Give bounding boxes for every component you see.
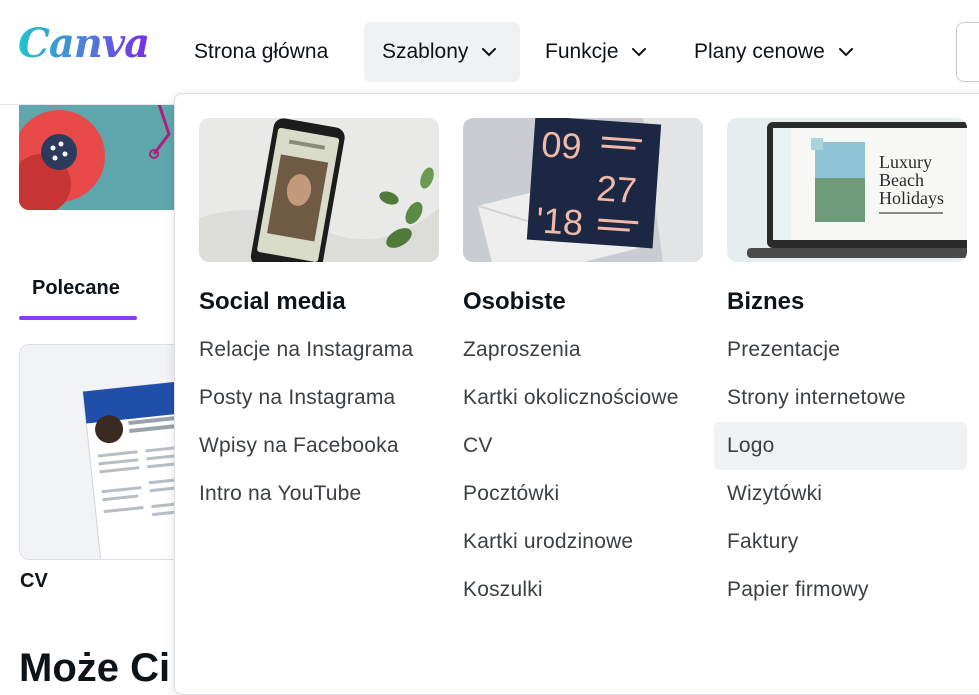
nav-features-label: Funkcje bbox=[545, 40, 619, 63]
personal-thumbnail[interactable]: 09 27 '18 bbox=[463, 118, 703, 262]
phone-mockup-image bbox=[199, 118, 439, 262]
menu-link-invoices[interactable]: Faktury bbox=[727, 518, 949, 566]
menu-link-logo[interactable]: Logo bbox=[714, 422, 967, 470]
nav-templates[interactable]: Szablony bbox=[364, 22, 520, 82]
column-title: Osobiste bbox=[463, 288, 566, 315]
presentation-line-3: Holidays bbox=[879, 188, 944, 208]
menu-link-greeting-cards[interactable]: Kartki okolicznościowe bbox=[463, 374, 685, 422]
nav-features[interactable]: Funkcje bbox=[533, 22, 658, 82]
menu-link-t-shirts[interactable]: Koszulki bbox=[463, 566, 685, 614]
nav-home-label: Strona główna bbox=[194, 40, 329, 63]
menu-link-youtube-intro[interactable]: Intro na YouTube bbox=[199, 470, 421, 518]
menu-link-birthday-cards[interactable]: Kartki urodzinowe bbox=[463, 518, 685, 566]
column-title: Social media bbox=[199, 288, 346, 315]
chevron-down-icon bbox=[838, 48, 853, 57]
chevron-down-icon bbox=[632, 48, 647, 57]
dropdown-column-social-media: Social media Relacje na Instagrama Posty… bbox=[199, 118, 439, 518]
menu-link-presentations[interactable]: Prezentacje bbox=[727, 326, 949, 374]
canva-logo[interactable]: Canva bbox=[18, 20, 150, 67]
column-title: Biznes bbox=[727, 288, 805, 315]
menu-link-facebook-posts[interactable]: Wpisy na Facebooka bbox=[199, 422, 421, 470]
nav-pricing-label: Plany cenowe bbox=[694, 40, 825, 63]
presentation-line-1: Luxury bbox=[879, 152, 932, 172]
chevron-down-icon bbox=[482, 48, 497, 57]
menu-link-cv[interactable]: CV bbox=[463, 422, 685, 470]
presentation-line-2: Beach bbox=[879, 170, 924, 190]
search-input[interactable] bbox=[956, 22, 979, 82]
nav-templates-label: Szablony bbox=[382, 40, 469, 63]
top-navigation: Canva Strona główna Szablony Funkcje Pla… bbox=[0, 0, 979, 105]
menu-link-invitations[interactable]: Zaproszenia bbox=[463, 326, 685, 374]
nav-home[interactable]: Strona główna bbox=[182, 22, 340, 82]
active-tab-indicator bbox=[19, 316, 137, 320]
tab-featured[interactable]: Polecane bbox=[19, 270, 137, 320]
invite-text-month: 09 bbox=[540, 123, 583, 167]
nav-pricing[interactable]: Plany cenowe bbox=[682, 22, 865, 82]
laptop-mockup-image: Luxury Beach Holidays bbox=[727, 118, 967, 262]
invite-text-year: '18 bbox=[535, 199, 585, 243]
dropdown-column-personal: 09 27 '18 Osobiste Zaproszenia Kartki ok… bbox=[463, 118, 703, 614]
template-card-label: CV bbox=[20, 570, 48, 592]
menu-link-websites[interactable]: Strony internetowe bbox=[727, 374, 949, 422]
tab-featured-label: Polecane bbox=[32, 277, 120, 299]
social-media-thumbnail[interactable] bbox=[199, 118, 439, 262]
menu-link-instagram-posts[interactable]: Posty na Instagrama bbox=[199, 374, 421, 422]
menu-link-business-cards[interactable]: Wizytówki bbox=[727, 470, 949, 518]
menu-link-instagram-stories[interactable]: Relacje na Instagrama bbox=[199, 326, 421, 374]
invitation-image: 09 27 '18 bbox=[463, 118, 703, 262]
dropdown-column-business: Luxury Beach Holidays Biznes Prezentacje… bbox=[714, 118, 967, 614]
invite-text-day: 27 bbox=[595, 167, 638, 211]
menu-link-postcards[interactable]: Pocztówki bbox=[463, 470, 685, 518]
menu-link-letterhead[interactable]: Papier firmowy bbox=[727, 566, 949, 614]
business-thumbnail[interactable]: Luxury Beach Holidays bbox=[727, 118, 967, 262]
templates-dropdown-menu: Social media Relacje na Instagrama Posty… bbox=[174, 93, 979, 695]
